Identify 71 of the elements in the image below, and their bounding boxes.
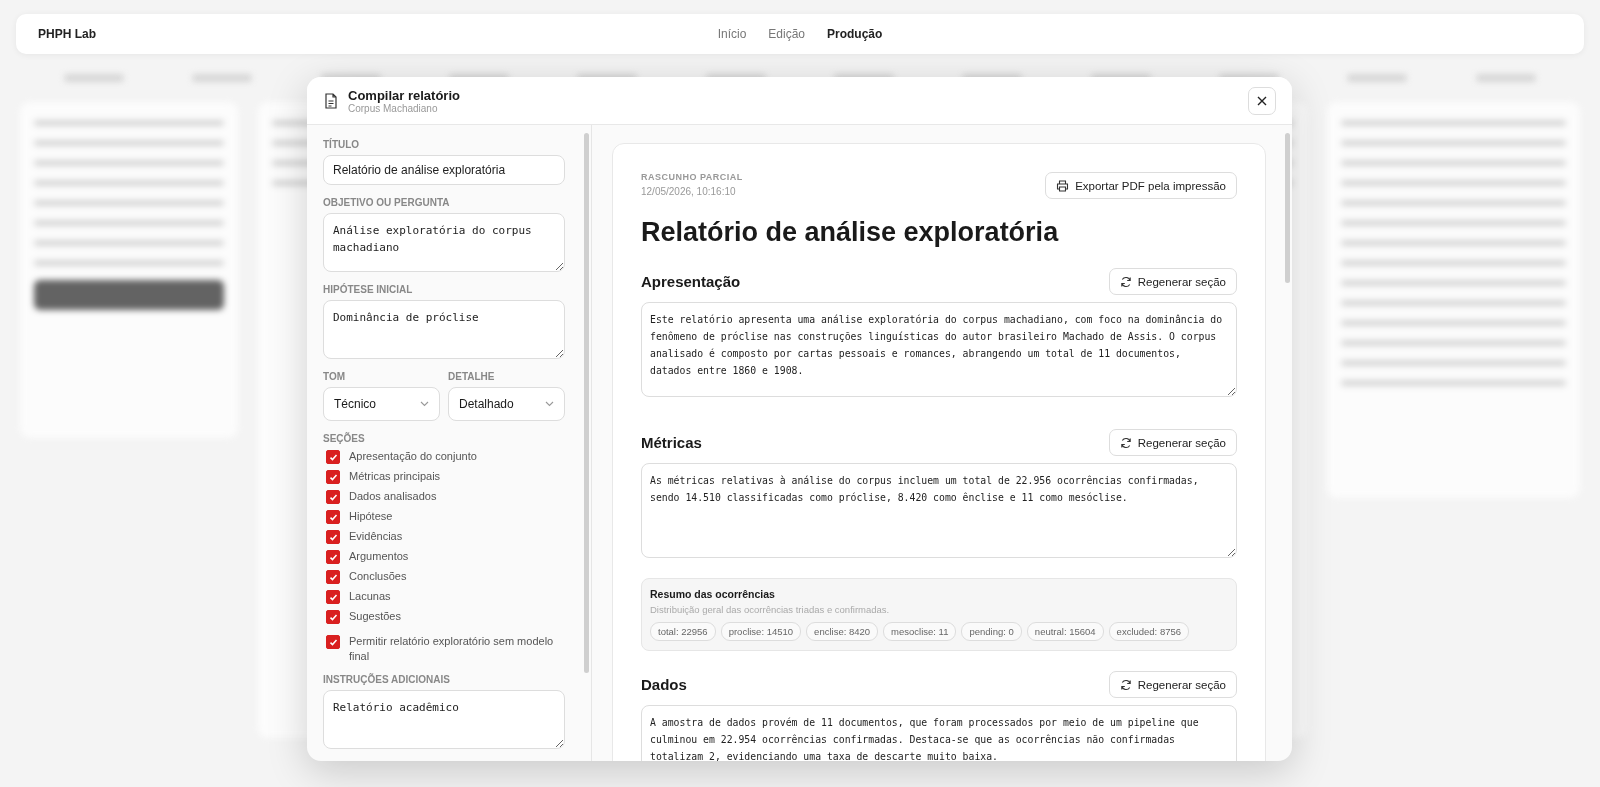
timestamp: 12/05/2026, 10:16:10: [641, 186, 737, 197]
count-tag: enclise: 8420: [806, 622, 879, 641]
field-label: INSTRUÇÕES ADICIONAIS: [323, 674, 451, 685]
regenerate-button[interactable]: Regenerar seção: [1108, 429, 1237, 456]
checkbox-label: Apresentação do conjunto: [349, 449, 477, 464]
check-icon: [328, 637, 338, 647]
count-tag: mesoclise: 11: [883, 622, 957, 641]
report-title: Relatório de análise exploratória: [641, 217, 1060, 248]
checkbox[interactable]: [326, 590, 340, 604]
section-text-field[interactable]: Este relatório apresenta uma análise exploratória do corpus machadiano, com foco na dominância do fenômeno de próclise nas construções linguísticas do autor brasileiro Machado de Assis. O corpus analisado é composto por cartas pessoais e romances, abrangendo um total de 11 documentos, datados entre 1860 e 1908.: [641, 302, 1237, 397]
checkbox-label: Sugestões: [349, 609, 401, 624]
checkbox-label: Métricas principais: [349, 469, 441, 484]
close-icon: [1257, 95, 1267, 106]
field-label: OBJETIVO OU PERGUNTA: [323, 196, 451, 208]
dialog-title: Compilar relatório: [348, 87, 461, 103]
hypothesis-field[interactable]: Dominância de próclise: [323, 300, 565, 359]
chevron-down-icon: [545, 401, 554, 407]
checkbox[interactable]: [326, 450, 340, 464]
dialog-subtitle: Corpus Machadiano: [348, 102, 439, 114]
document-icon: [324, 92, 338, 109]
count-tag: neutral: 15604: [1026, 622, 1104, 641]
checkbox[interactable]: [326, 635, 340, 649]
field-label: TÍTULO: [323, 139, 361, 150]
refresh-icon: [1119, 678, 1132, 691]
checkbox-label: Conclusões: [349, 569, 407, 584]
summary-title: Resumo das ocorrências: [650, 588, 776, 600]
checkbox[interactable]: [326, 550, 340, 564]
refresh-icon: [1119, 275, 1132, 288]
regenerate-button[interactable]: Regenerar seção: [1108, 671, 1237, 698]
checkbox[interactable]: [326, 530, 340, 544]
checkbox[interactable]: [326, 490, 340, 504]
section-text-field[interactable]: A amostra de dados provém de 11 documentos, que foram processados por meio de um pipeline que culminou em 22.954 ocorrências confirmadas. Destaca-se que as ocorrências não confirmadas totalizam 2, evidenciando uma taxa de descarte muito baixa.: [641, 705, 1237, 761]
count-tag: proclise: 14510: [720, 622, 802, 641]
tone-dropdown[interactable]: Técnico: [323, 387, 440, 421]
field-label: SEÇÕES: [323, 433, 366, 444]
instructions-field[interactable]: Relatório acadêmico: [323, 690, 565, 749]
checkbox-label: Permitir relatório exploratório sem modelo final: [349, 634, 555, 664]
count-tag: pending: 0: [961, 622, 1022, 641]
checkbox[interactable]: [326, 610, 340, 624]
field-label: TOM: [323, 371, 347, 382]
checkbox[interactable]: [326, 570, 340, 584]
checkbox-label: Evidências: [349, 529, 403, 544]
checkbox-label: Lacunas: [349, 589, 391, 604]
printer-icon: [1056, 179, 1070, 192]
checkbox-label: Hipótese: [349, 509, 393, 524]
export-button[interactable]: Exportar PDF pela impressão: [1045, 172, 1237, 199]
nav-link[interactable]: Início: [717, 27, 747, 41]
detail-dropdown[interactable]: Detalhado: [448, 387, 565, 421]
count-tag: total: 22956: [650, 622, 716, 641]
section-heading: Apresentação: [641, 273, 741, 290]
section-heading: Dados: [641, 676, 687, 693]
nav-link[interactable]: Produção: [827, 27, 883, 41]
refresh-icon: [1119, 436, 1132, 449]
section-heading: Métricas: [641, 434, 702, 451]
checkbox[interactable]: [326, 510, 340, 524]
summary-subtitle: Distribuição geral das ocorrências triadas e confirmadas.: [650, 604, 891, 615]
title-field[interactable]: Relatório de análise exploratória: [323, 155, 565, 185]
field-label: DETALHE: [448, 371, 496, 382]
checkbox-label: Argumentos: [349, 549, 409, 564]
status-label: RASCUNHO PARCIAL: [641, 172, 743, 182]
section-text-field[interactable]: As métricas relativas à análise do corpus incluem um total de 22.956 ocorrências confirmadas, sendo 14.510 classificadas como próclise, 8.420 como ênclise e 11 como mesóclise.: [641, 463, 1237, 558]
close-button[interactable]: [1248, 86, 1276, 115]
nav-link[interactable]: Edição: [768, 27, 805, 41]
chevron-down-icon: [420, 401, 429, 407]
count-tag: excluded: 8756: [1108, 622, 1190, 641]
checkbox[interactable]: [326, 470, 340, 484]
field-label: HIPÓTESE INICIAL: [323, 284, 414, 295]
checkbox-label: Dados analisados: [349, 489, 437, 504]
regenerate-button[interactable]: Regenerar seção: [1108, 268, 1237, 295]
objective-field[interactable]: Análise exploratória do corpus machadiano: [323, 212, 565, 272]
brand-name: PHPH Lab: [38, 27, 96, 41]
